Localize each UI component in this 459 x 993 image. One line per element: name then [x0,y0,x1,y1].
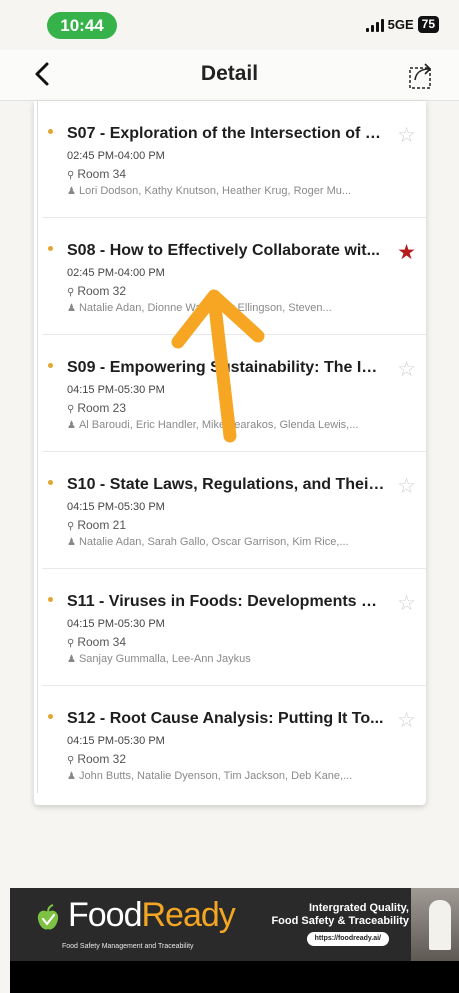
session-title[interactable]: S07 - Exploration of the Intersection of… [67,125,385,143]
session-speakers: ♟ Natalie Adan, Sarah Gallo, Oscar Garris… [67,536,407,548]
star-icon[interactable]: ☆ [397,593,416,614]
session-room: ⚲ Room 23 [67,401,126,415]
session-title[interactable]: S08 - How to Effectively Collaborate wit… [67,242,385,260]
session-speakers-label: Lori Dodson, Kathy Knutson, Heather Krug… [78,185,352,197]
chef-figure [429,900,451,950]
annotation-arrow-icon [171,289,265,443]
timeline-dot [48,714,53,719]
ad-banner[interactable]: FoodReady Food Safety Management and Tra… [10,888,459,961]
star-icon[interactable]: ☆ [397,359,416,380]
session-time: 04:15 PM-05:30 PM [67,501,165,513]
share-icon[interactable] [407,58,437,90]
person-icon: ♟ [67,654,76,665]
timeline-dot [48,363,53,368]
session-title[interactable]: S10 - State Laws, Regulations, and Their… [67,476,385,494]
session-room-label: Room 21 [77,518,127,532]
session-speakers: ♟ Sanjay Gummalla, Lee-Ann Jaykus [67,653,407,665]
ad-brand-food: Food [68,896,142,934]
apple-logo-icon [37,904,59,930]
session-time: 04:15 PM-05:30 PM [67,735,165,747]
pin-icon: ⚲ [67,170,75,181]
session-title[interactable]: S12 - Root Cause Analysis: Putting It To… [67,710,385,728]
session-item[interactable]: S12 - Root Cause Analysis: Putting It To… [34,686,426,803]
session-room-label: Room 34 [77,167,127,181]
session-room-label: Room 23 [77,401,127,415]
timeline-dot [48,597,53,602]
session-item[interactable]: S11 - Viruses in Foods: Developments Ov.… [34,569,426,686]
person-icon: ♟ [67,420,76,431]
session-time: 04:15 PM-05:30 PM [67,618,165,630]
pin-icon: ⚲ [67,521,75,532]
person-icon: ♟ [67,537,76,548]
person-icon: ♟ [67,303,76,314]
star-icon[interactable]: ★ [397,242,416,263]
ad-brand-ready: Ready [141,896,236,934]
network-label: 5GE [387,17,414,32]
star-icon[interactable]: ☆ [397,125,416,146]
ad-url-button[interactable]: https://foodready.ai/ [306,932,389,946]
session-room: ⚲ Room 21 [67,518,126,532]
session-speakers: ♟ Lori Dodson, Kathy Knutson, Heather Kru… [67,185,407,197]
nav-header: Detail [0,50,459,101]
session-title[interactable]: S11 - Viruses in Foods: Developments Ov.… [67,593,385,611]
session-room: ⚲ Room 32 [67,752,126,766]
session-room-label: Room 32 [77,752,127,766]
timeline-dot [48,129,53,134]
person-icon: ♟ [67,771,76,782]
timeline-dot [48,246,53,251]
session-time: 04:15 PM-05:30 PM [67,384,165,396]
status-time: 10:44 [47,12,117,39]
pin-icon: ⚲ [67,755,75,766]
pin-icon: ⚲ [67,287,75,298]
session-speakers-label: Sanjay Gummalla, Lee-Ann Jaykus [78,653,251,665]
status-bar: 10:44 5GE 75 [0,0,459,46]
session-room-label: Room 34 [77,635,127,649]
ad-photo [411,888,459,961]
session-room: ⚲ Room 32 [67,284,126,298]
page-title: Detail [200,62,259,85]
bottom-bar [10,961,459,993]
ad-tagline: Food Safety Management and Traceability [62,943,194,950]
session-room-label: Room 32 [77,284,127,298]
session-item[interactable]: S07 - Exploration of the Intersection of… [34,101,426,218]
battery-icon: 75 [417,16,439,33]
session-item[interactable]: S10 - State Laws, Regulations, and Their… [34,452,426,569]
ad-brand: FoodReady [68,896,236,935]
status-indicators: 5GE 75 [365,16,439,33]
pin-icon: ⚲ [67,404,75,415]
pin-icon: ⚲ [67,638,75,649]
session-time: 02:45 PM-04:00 PM [67,267,165,279]
person-icon: ♟ [67,186,76,197]
star-icon[interactable]: ☆ [397,476,416,497]
session-room: ⚲ Room 34 [67,635,126,649]
ad-headline-1: Intergrated Quality, [308,902,409,914]
star-icon[interactable]: ☆ [397,710,416,731]
session-speakers-label: Natalie Adan, Sarah Gallo, Oscar Garriso… [78,536,349,548]
session-room: ⚲ Room 34 [67,167,126,181]
timeline-dot [48,480,53,485]
ad-headline-2: Food Safety & Traceability [271,915,409,927]
signal-icon [365,18,384,32]
session-time: 02:45 PM-04:00 PM [67,150,165,162]
session-list: S07 - Exploration of the Intersection of… [34,101,426,805]
session-speakers-label: John Butts, Natalie Dyenson, Tim Jackson… [78,770,353,782]
session-speakers: ♟ John Butts, Natalie Dyenson, Tim Jackso… [67,770,407,782]
